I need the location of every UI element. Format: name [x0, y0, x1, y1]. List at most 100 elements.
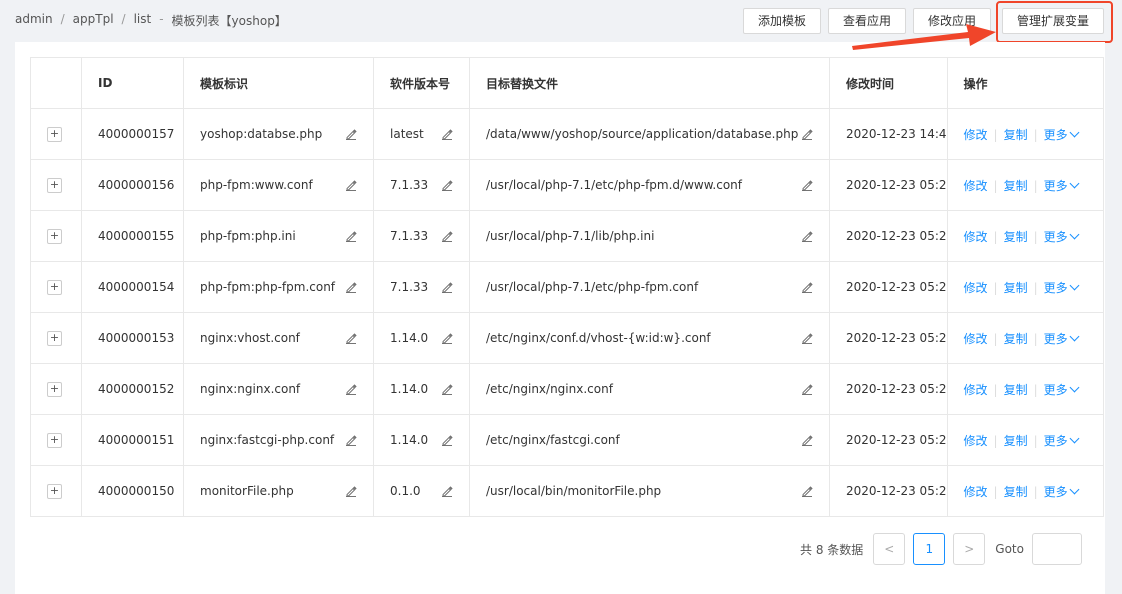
id-cell: 4000000155 — [81, 210, 184, 262]
expand-row-button[interactable]: + — [47, 331, 62, 346]
edit-link[interactable]: 修改 — [964, 434, 988, 448]
modified-time-cell: 2020-12-23 05:2 — [829, 465, 948, 517]
edit-link[interactable]: 修改 — [964, 485, 988, 499]
edit-pencil-icon[interactable] — [801, 281, 813, 293]
edit-link[interactable]: 修改 — [964, 128, 988, 142]
more-dropdown[interactable]: 更多 — [1044, 433, 1080, 448]
edit-pencil-icon[interactable] — [801, 230, 813, 242]
version-cell: 1.14.0 — [373, 363, 470, 415]
edit-pencil-icon[interactable] — [345, 383, 357, 395]
version-text: latest — [390, 127, 424, 141]
more-dropdown[interactable]: 更多 — [1044, 331, 1080, 346]
target-file-cell: /usr/local/php-7.1/etc/php-fpm.conf — [469, 261, 830, 313]
version-text: 7.1.33 — [390, 280, 429, 294]
edit-pencil-icon[interactable] — [801, 128, 813, 140]
expand-row-button[interactable]: + — [47, 229, 62, 244]
edit-pencil-icon[interactable] — [345, 434, 357, 446]
modified-time-cell: 2020-12-23 05:2 — [829, 414, 948, 466]
edit-pencil-icon[interactable] — [441, 434, 453, 446]
breadcrumb-item-list[interactable]: list — [134, 12, 152, 29]
version-text: 1.14.0 — [390, 433, 429, 447]
copy-link[interactable]: 复制 — [1004, 179, 1028, 193]
expand-row-button[interactable]: + — [47, 178, 62, 193]
prev-page-button[interactable]: < — [873, 533, 906, 565]
edit-pencil-icon[interactable] — [441, 128, 453, 140]
copy-link[interactable]: 复制 — [1004, 230, 1028, 244]
next-page-button[interactable]: > — [953, 533, 986, 565]
expand-row-button[interactable]: + — [47, 382, 62, 397]
edit-pencil-icon[interactable] — [345, 230, 357, 242]
actions-cell: 修改 | 复制 | 更多 — [946, 108, 1104, 160]
divider: | — [993, 331, 998, 346]
breadcrumb-separator: - — [159, 12, 164, 26]
chevron-down-icon — [1069, 331, 1080, 341]
expand-row-button[interactable]: + — [47, 280, 62, 295]
divider: | — [993, 229, 998, 244]
edit-pencil-icon[interactable] — [345, 281, 357, 293]
edit-link[interactable]: 修改 — [964, 383, 988, 397]
id-cell: 4000000151 — [81, 414, 184, 466]
edit-link[interactable]: 修改 — [964, 230, 988, 244]
divider: | — [1033, 484, 1038, 499]
template-key-text: php-fpm:php-fpm.conf — [200, 280, 336, 294]
breadcrumb-item-apptpl[interactable]: appTpl — [73, 12, 114, 29]
more-dropdown[interactable]: 更多 — [1044, 127, 1080, 142]
edit-pencil-icon[interactable] — [441, 332, 453, 344]
manage-variables-button[interactable]: 管理扩展变量 — [1002, 8, 1105, 34]
goto-page-input[interactable] — [1031, 533, 1082, 565]
copy-link[interactable]: 复制 — [1004, 383, 1028, 397]
chevron-down-icon — [1069, 280, 1080, 290]
copy-link[interactable]: 复制 — [1004, 434, 1028, 448]
breadcrumb-separator: / — [121, 12, 126, 26]
more-dropdown[interactable]: 更多 — [1043, 280, 1080, 295]
edit-pencil-icon[interactable] — [345, 179, 357, 191]
edit-pencil-icon[interactable] — [801, 434, 813, 446]
more-dropdown[interactable]: 更多 — [1044, 178, 1080, 193]
copy-link[interactable]: 复制 — [1004, 128, 1028, 142]
edit-pencil-icon[interactable] — [441, 179, 453, 191]
more-link: 更多 — [1043, 280, 1068, 295]
breadcrumb-separator: / — [60, 12, 65, 26]
version-cell: 7.1.33 — [373, 210, 470, 262]
edit-pencil-icon[interactable] — [441, 383, 453, 395]
edit-pencil-icon[interactable] — [441, 230, 453, 242]
edit-pencil-icon[interactable] — [345, 128, 357, 140]
edit-pencil-icon[interactable] — [801, 332, 813, 344]
target-file-text: /data/www/yoshop/source/application/data… — [486, 127, 799, 141]
edit-pencil-icon[interactable] — [441, 485, 453, 497]
chevron-down-icon — [1069, 127, 1080, 137]
template-key-cell: php-fpm:php-fpm.conf — [183, 261, 374, 313]
divider: | — [1033, 382, 1038, 397]
edit-link[interactable]: 修改 — [964, 179, 988, 193]
page-number-button[interactable]: 1 — [913, 533, 946, 565]
copy-link[interactable]: 复制 — [1004, 332, 1028, 346]
chevron-down-icon — [1069, 484, 1080, 494]
edit-link[interactable]: 修改 — [964, 332, 988, 346]
edit-pencil-icon[interactable] — [801, 485, 813, 497]
table-row: + 4000000150 monitorFile.php 0.1.0 /usr/… — [30, 465, 1104, 517]
divider: | — [993, 280, 998, 295]
expand-cell: + — [30, 159, 82, 211]
breadcrumb-item-admin[interactable]: admin — [15, 12, 53, 29]
copy-link[interactable]: 复制 — [1004, 281, 1028, 295]
edit-pencil-icon[interactable] — [801, 179, 813, 191]
edit-pencil-icon[interactable] — [441, 281, 453, 293]
version-cell: 1.14.0 — [373, 312, 470, 364]
target-file-cell: /data/www/yoshop/source/application/data… — [469, 108, 830, 160]
edit-pencil-icon[interactable] — [801, 383, 813, 395]
expand-row-button[interactable]: + — [47, 484, 62, 499]
expand-row-button[interactable]: + — [47, 127, 62, 142]
edit-pencil-icon[interactable] — [345, 332, 357, 344]
actions-cell: 修改 | 复制 | 更多 — [946, 312, 1104, 364]
expand-row-button[interactable]: + — [47, 433, 62, 448]
edit-pencil-icon[interactable] — [345, 485, 357, 497]
more-dropdown[interactable]: 更多 — [1044, 229, 1080, 244]
target-file-text: /usr/local/php-7.1/etc/php-fpm.conf — [486, 280, 699, 294]
more-dropdown[interactable]: 更多 — [1044, 484, 1080, 499]
more-dropdown[interactable]: 更多 — [1044, 382, 1080, 397]
target-file-text: /etc/nginx/fastcgi.conf — [486, 433, 620, 447]
copy-link[interactable]: 复制 — [1004, 485, 1028, 499]
target-file-text: /etc/nginx/conf.d/vhost-{w:id:w}.conf — [486, 331, 711, 345]
edit-link[interactable]: 修改 — [964, 281, 988, 295]
add-template-button[interactable]: 添加模板 — [743, 8, 822, 34]
